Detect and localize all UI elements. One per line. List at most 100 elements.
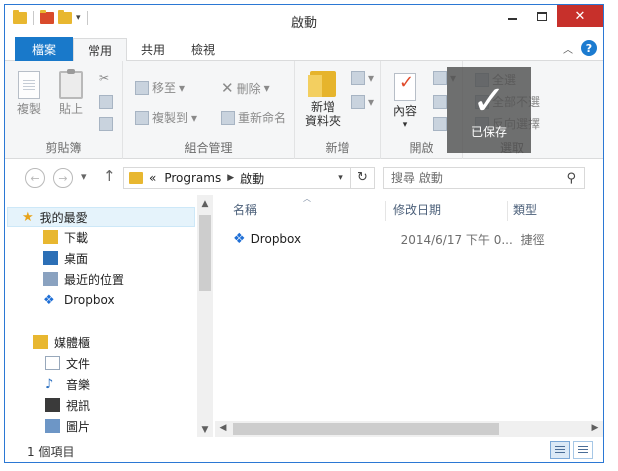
copy-label: 複製: [17, 102, 42, 116]
dropdown-icon: ▾: [191, 110, 198, 125]
column-divider[interactable]: [385, 201, 386, 221]
tab-share[interactable]: 共用: [129, 38, 177, 61]
navigation-bar: ← → ▾ ↑ « Programs ▶ 啟動 ▾ ↻ ⚲: [5, 160, 603, 194]
history-button[interactable]: [433, 117, 447, 131]
file-row[interactable]: ❖ Dropbox 2014/6/17 下午 0... 捷徑: [233, 229, 545, 249]
new-folder-label-1: 新增: [311, 100, 336, 114]
music-icon: ♪: [45, 376, 54, 392]
nav-item-recent[interactable]: 最近的位置: [43, 269, 124, 289]
search-icon[interactable]: ⚲: [566, 171, 576, 186]
nav-label: 文件: [66, 356, 91, 371]
copy-to-button[interactable]: 複製到 ▾: [135, 109, 197, 126]
edit-button[interactable]: [433, 95, 447, 109]
nav-item-favorites[interactable]: ★ 我的最愛: [7, 207, 195, 227]
new-folder-button[interactable]: 新增 資料夾: [305, 71, 341, 128]
up-button[interactable]: ↑: [103, 167, 116, 185]
ribbon-right-controls: ︿ ?: [563, 40, 597, 56]
new-item-icon: [351, 71, 365, 85]
help-icon[interactable]: ?: [581, 40, 597, 56]
tab-file[interactable]: 檔案: [15, 37, 73, 61]
file-type: 捷徑: [520, 232, 545, 247]
tab-view[interactable]: 檢視: [179, 38, 227, 61]
paste-label: 貼上: [59, 102, 84, 116]
details-view-button[interactable]: [550, 441, 570, 459]
nav-label: 我的最愛: [39, 210, 88, 225]
rename-button[interactable]: 重新命名: [221, 109, 286, 126]
scroll-up-icon[interactable]: ▲: [197, 199, 213, 209]
videos-icon: [45, 398, 60, 412]
tab-home[interactable]: 常用: [73, 38, 127, 61]
copy-button[interactable]: 複製: [17, 71, 41, 116]
back-button[interactable]: ←: [25, 168, 45, 188]
column-modified-label: 修改日期: [393, 202, 442, 217]
column-divider[interactable]: [507, 201, 508, 221]
paste-shortcut-icon: [99, 117, 113, 131]
group-label-new: 新增: [325, 141, 350, 155]
recent-locations-button[interactable]: ▾: [81, 170, 87, 183]
breadcrumb-overflow[interactable]: «: [149, 171, 156, 185]
explorer-window: ▾ 啟動 ✕ 檔案 常用 共用 檢視 ︿ ? 複製 貼上 ✂ 剪貼簿 移至 ▾ …: [4, 4, 604, 463]
easy-access-icon: [351, 95, 365, 109]
ribbon-tabs: 檔案 常用 共用 檢視 ︿ ?: [5, 35, 603, 61]
scroll-right-icon[interactable]: ▶: [587, 423, 603, 433]
cut-button[interactable]: ✂: [99, 71, 109, 85]
nav-item-dropbox[interactable]: ❖ Dropbox: [43, 290, 115, 310]
column-name[interactable]: 名稱: [233, 195, 257, 223]
maximize-button[interactable]: [527, 5, 557, 27]
dropdown-icon: ▾: [368, 71, 375, 85]
column-type-label: 類型: [513, 202, 538, 217]
scrollbar-thumb[interactable]: [233, 423, 499, 435]
close-button[interactable]: ✕: [557, 5, 603, 27]
column-type[interactable]: 類型: [513, 195, 537, 223]
large-icons-view-button[interactable]: [573, 441, 593, 459]
new-item-button[interactable]: ▾: [351, 71, 374, 85]
move-to-button[interactable]: 移至 ▾: [135, 79, 185, 96]
paste-shortcut-button[interactable]: [99, 117, 113, 131]
rename-label: 重新命名: [238, 111, 287, 125]
scroll-down-icon[interactable]: ▼: [197, 425, 213, 435]
item-count: 1 個項目: [27, 445, 75, 459]
nav-item-documents[interactable]: 文件: [45, 353, 90, 373]
documents-icon: [45, 356, 60, 370]
navpane-scrollbar[interactable]: ▲ ▼: [197, 195, 213, 437]
nav-item-desktop[interactable]: 桌面: [43, 248, 88, 268]
column-modified[interactable]: 修改日期: [393, 195, 441, 223]
copy-to-label: 複製到: [152, 111, 189, 125]
breadcrumb-chevron-icon[interactable]: ▶: [227, 173, 234, 183]
forward-button[interactable]: →: [53, 168, 73, 188]
search-box[interactable]: ⚲: [383, 167, 585, 189]
horizontal-scrollbar[interactable]: ◀ ▶: [215, 421, 603, 437]
paste-button[interactable]: 貼上: [59, 69, 84, 116]
properties-icon: [394, 73, 416, 101]
breadcrumb-programs[interactable]: Programs: [164, 171, 221, 185]
search-input[interactable]: [391, 171, 561, 185]
chevron-up-icon[interactable]: ︿: [563, 41, 573, 56]
scrollbar-thumb[interactable]: [199, 215, 211, 291]
properties-button[interactable]: 內容 ▾: [393, 73, 417, 132]
easy-access-button[interactable]: ▾: [351, 95, 374, 109]
copy-path-button[interactable]: [99, 95, 113, 109]
nav-item-videos[interactable]: 視訊: [45, 395, 90, 415]
scroll-left-icon[interactable]: ◀: [215, 423, 231, 433]
refresh-button[interactable]: ↻: [350, 168, 374, 188]
nav-item-libraries[interactable]: 媒體櫃: [33, 332, 90, 352]
nav-item-music[interactable]: ♪ 音樂: [45, 374, 90, 394]
nav-item-downloads[interactable]: 下載: [43, 227, 88, 247]
nav-label: 桌面: [64, 251, 89, 266]
dropdown-icon: ▾: [179, 80, 186, 95]
address-bar[interactable]: « Programs ▶ 啟動 ▾ ↻: [123, 167, 375, 189]
window-controls: ✕: [497, 5, 603, 27]
group-organize: 移至 ▾ 複製到 ▾ ✕ 刪除 ▾ 重新命名 組合管理: [123, 61, 295, 159]
address-dropdown-icon[interactable]: ▾: [330, 173, 350, 183]
history-icon: [433, 117, 447, 131]
nav-label: 視訊: [66, 398, 91, 413]
minimize-button[interactable]: [497, 5, 527, 27]
status-bar: 1 個項目: [5, 438, 603, 462]
libraries-icon: [33, 335, 48, 349]
nav-item-pictures[interactable]: 圖片: [45, 416, 90, 436]
breadcrumb-startup[interactable]: 啟動: [240, 170, 264, 187]
star-icon: ★: [22, 209, 34, 225]
delete-button[interactable]: ✕ 刪除 ▾: [221, 79, 270, 97]
minimize-icon: [507, 18, 517, 20]
nav-label: 媒體櫃: [54, 335, 91, 350]
